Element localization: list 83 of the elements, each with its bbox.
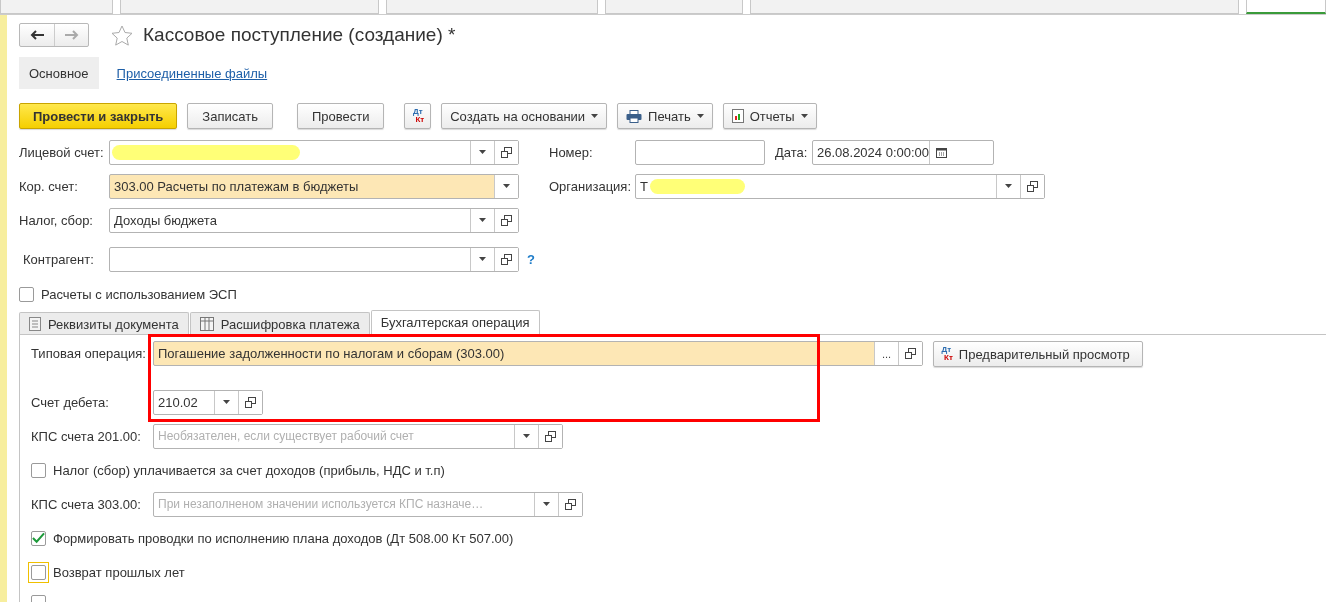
- open-form-icon: [501, 146, 512, 158]
- choose-button[interactable]: ...: [874, 342, 898, 365]
- field-label: Счет дебета:: [31, 393, 110, 412]
- document-icon: [29, 317, 41, 331]
- field-value: 26.08.2024 0:00:00: [816, 143, 930, 162]
- dropdown-arrow-icon: [479, 218, 486, 222]
- open-form-icon: [545, 430, 556, 442]
- dropdown-arrow-icon: [479, 150, 486, 154]
- field-label: КПС счета 201.00:: [31, 427, 142, 446]
- number-field[interactable]: [635, 139, 765, 165]
- open-form-icon: [245, 396, 256, 408]
- arrow-right-icon: [64, 30, 79, 40]
- open-form-icon: [565, 498, 576, 510]
- dropdown-arrow-icon: [591, 114, 599, 118]
- open-form-icon: [501, 253, 512, 265]
- printer-icon: [626, 109, 643, 123]
- toolbar-button[interactable]: Записать: [187, 103, 273, 129]
- dropdown-arrow-icon: [1005, 184, 1012, 188]
- open-form-icon: [1027, 180, 1038, 192]
- field-label: Лицевой счет:: [19, 144, 105, 160]
- toolbar-button[interactable]: Провести: [296, 103, 385, 129]
- input-field[interactable]: Доходы бюджета: [109, 207, 519, 233]
- dt-kt-button[interactable]: Дт Кт: [404, 103, 432, 129]
- field-label: Номер:: [549, 144, 594, 160]
- field-label: Организация:: [549, 178, 633, 194]
- open-button[interactable]: [558, 492, 582, 516]
- field-value: Т: [639, 177, 648, 196]
- field-value: 303.00 Расчеты по платежам в бюджеты: [113, 177, 359, 196]
- form-tab[interactable]: Основное: [19, 57, 99, 89]
- dropdown-arrow-icon: [479, 257, 486, 261]
- date-field[interactable]: 26.08.2024 0:00:00: [812, 139, 994, 165]
- form-link[interactable]: Присоединенные файлы: [106, 57, 278, 89]
- dropdown-arrow-icon: [800, 114, 808, 118]
- open-button[interactable]: [238, 390, 262, 414]
- checkbox[interactable]: [31, 462, 46, 478]
- input-field[interactable]: 303.00 Расчеты по платежам в бюджеты: [109, 173, 519, 199]
- dropdown-arrow-icon: [503, 184, 510, 188]
- checkbox[interactable]: [31, 530, 46, 546]
- help-link[interactable]: ?: [527, 251, 535, 267]
- table-icon: [199, 317, 214, 331]
- dropdown-arrow-icon: [223, 400, 230, 404]
- field-label: Налог, сбор:: [19, 212, 94, 228]
- dropdown-arrow-icon: [523, 434, 530, 438]
- field-label: Контрагент:: [22, 251, 95, 267]
- dropdown-button[interactable]: [494, 174, 518, 198]
- window-tab[interactable]: [1246, 0, 1326, 14]
- field-label: Кор. счет:: [19, 178, 79, 194]
- open-button[interactable]: [494, 247, 518, 271]
- open-button[interactable]: [898, 342, 922, 365]
- reports-menu-button[interactable]: Отчеты: [722, 103, 817, 129]
- field-value: Погашение задолженности по налогам и сборам (303.00): [157, 345, 505, 363]
- field-label: Типовая операция:: [31, 345, 147, 363]
- dropdown-arrow-icon: [696, 114, 704, 118]
- open-button[interactable]: [1020, 174, 1044, 198]
- arrow-left-icon: [30, 30, 44, 40]
- menu-button[interactable]: Создать на основании: [441, 103, 608, 129]
- input-field[interactable]: Погашение задолженности по налогам и сборам (303.00) ...: [153, 341, 923, 366]
- open-form-icon: [905, 348, 916, 359]
- open-button[interactable]: [494, 140, 518, 164]
- window-title: Кассовое поступление (создание) *: [143, 24, 456, 46]
- field-label: КПС счета 303.00:: [31, 495, 142, 514]
- report-icon: [731, 109, 744, 123]
- field-label: Дата:: [774, 144, 809, 160]
- document-tab[interactable]: Бухгалтерская операция: [370, 310, 540, 335]
- open-button[interactable]: [538, 424, 562, 448]
- field-placeholder: Необязателен, если существует рабочий счет: [157, 428, 414, 445]
- field-placeholder: При незаполненом значении используется КПС назначе…: [157, 496, 484, 513]
- open-form-icon: [501, 214, 512, 226]
- field-value: 210.02: [157, 393, 198, 412]
- input-field[interactable]: [109, 246, 519, 272]
- input-field[interactable]: 210.02: [153, 389, 263, 415]
- field-value: Доходы бюджета: [113, 211, 217, 230]
- print-menu-button[interactable]: Печать: [617, 103, 713, 129]
- dropdown-arrow-icon: [543, 502, 550, 506]
- open-button[interactable]: [494, 208, 518, 232]
- checkbox[interactable]: [19, 286, 34, 302]
- input-field[interactable]: [109, 139, 519, 165]
- document-tab[interactable]: Реквизиты документа: [19, 312, 189, 335]
- calendar-icon: [936, 146, 948, 158]
- post-and-close-button[interactable]: Провести и закрыть: [19, 103, 178, 129]
- input-field[interactable]: Т: [635, 173, 1045, 199]
- document-tab[interactable]: Расшифровка платежа: [189, 312, 370, 335]
- star-icon[interactable]: [111, 24, 133, 46]
